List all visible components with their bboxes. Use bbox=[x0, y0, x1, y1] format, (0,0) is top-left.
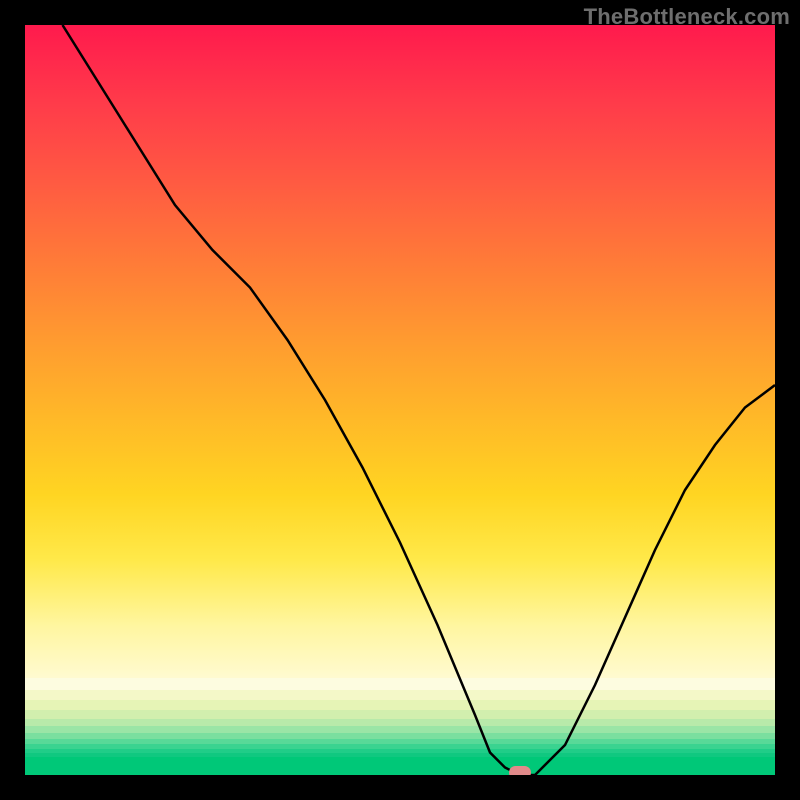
chart-container: TheBottleneck.com bbox=[0, 0, 800, 800]
watermark-text: TheBottleneck.com bbox=[584, 4, 790, 30]
line-chart-svg bbox=[25, 25, 775, 775]
plot-area bbox=[25, 25, 775, 775]
optimal-point-marker bbox=[509, 766, 531, 775]
bottleneck-curve-path bbox=[63, 25, 776, 775]
